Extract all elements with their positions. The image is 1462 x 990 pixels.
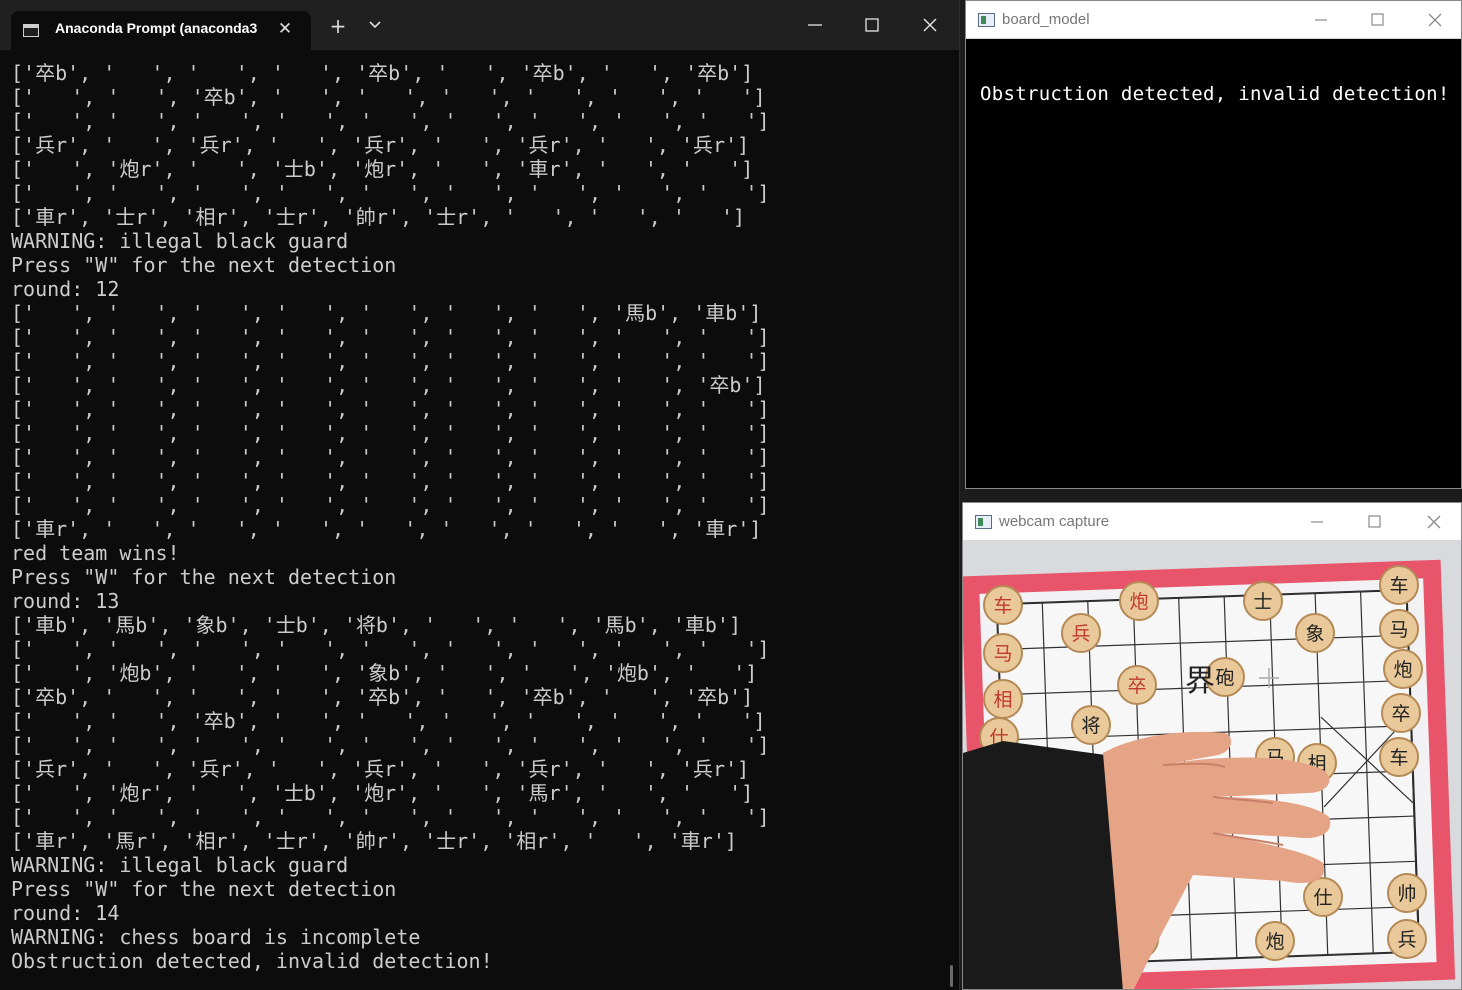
webcam-window: webcam capture 车马相仕帅兵炮卒将士象砲车马炮卒车马相仕帅兵炮卒 … — [962, 502, 1462, 990]
terminal-icon — [23, 24, 39, 37]
chess-piece: 炮 — [1255, 921, 1295, 961]
chess-piece: 炮 — [1119, 581, 1159, 621]
minimize-button[interactable] — [1288, 503, 1346, 541]
app-window-icon — [978, 13, 995, 27]
chess-piece: 车 — [1379, 565, 1419, 605]
chevron-down-icon[interactable] — [361, 12, 389, 40]
chess-piece: 兵 — [1061, 613, 1101, 653]
svg-text:砲: 砲 — [1215, 667, 1234, 689]
close-tab-icon[interactable]: ✕ — [275, 19, 295, 39]
board-model-titlebar: board_model — [966, 1, 1461, 39]
chess-piece: 卒 — [1381, 693, 1421, 733]
scrollbar[interactable] — [950, 965, 953, 987]
maximize-button[interactable] — [849, 6, 895, 44]
svg-text:象: 象 — [1305, 623, 1324, 645]
chess-piece: 车 — [1379, 737, 1419, 777]
svg-text:兵: 兵 — [1071, 623, 1090, 645]
chess-piece: 车 — [983, 585, 1023, 625]
terminal-tab-title: Anaconda Prompt (anaconda3 — [55, 20, 258, 36]
svg-text:相: 相 — [993, 689, 1012, 711]
svg-text:炮: 炮 — [1129, 591, 1148, 613]
svg-text:车: 车 — [1389, 575, 1408, 597]
terminal-window: Anaconda Prompt (anaconda3 ✕ + ['卒b', ' … — [0, 0, 960, 990]
svg-text:车: 车 — [993, 595, 1012, 617]
svg-text:车: 车 — [1389, 747, 1408, 769]
svg-text:兵: 兵 — [1397, 929, 1416, 951]
minimize-button[interactable] — [1292, 1, 1350, 39]
chess-piece: 士 — [1243, 581, 1283, 621]
new-tab-button[interactable]: + — [324, 12, 352, 40]
close-button[interactable] — [1405, 1, 1462, 39]
board-model-window: board_model Obstruction detected, invali… — [965, 0, 1462, 489]
webcam-frame: 车马相仕帅兵炮卒将士象砲车马炮卒车马相仕帅兵炮卒 界 — [963, 541, 1461, 989]
chess-piece: 兵 — [1387, 919, 1427, 959]
terminal-tab[interactable]: Anaconda Prompt (anaconda3 ✕ — [11, 11, 311, 50]
webcam-title: webcam capture — [999, 513, 1110, 530]
svg-text:卒: 卒 — [1127, 675, 1146, 697]
chess-piece: 将 — [1071, 705, 1111, 745]
chess-piece: 炮 — [1383, 649, 1423, 689]
board-model-title: board_model — [1002, 11, 1090, 28]
maximize-button[interactable] — [1348, 1, 1406, 39]
svg-text:帅: 帅 — [1397, 883, 1416, 905]
minimize-button[interactable] — [792, 6, 838, 44]
svg-text:炮: 炮 — [1265, 931, 1284, 953]
chess-piece: 卒 — [1117, 665, 1157, 705]
app-window-icon — [975, 515, 992, 529]
svg-text:炮: 炮 — [1393, 659, 1412, 681]
chess-piece: 马 — [983, 633, 1023, 673]
board-status-message: Obstruction detected, invalid detection! — [980, 83, 1450, 105]
river-text: 界 — [1185, 664, 1215, 699]
terminal-output[interactable]: ['卒b', ' ', ' ', ' ', '卒b', ' ', '卒b', '… — [11, 61, 951, 981]
chess-piece: 帅 — [1387, 873, 1427, 913]
close-button[interactable] — [907, 6, 953, 44]
chess-piece: 仕 — [1303, 877, 1343, 917]
svg-text:马: 马 — [993, 643, 1012, 665]
svg-text:卒: 卒 — [1391, 703, 1410, 725]
webcam-titlebar: webcam capture — [963, 503, 1461, 541]
svg-text:将: 将 — [1081, 715, 1100, 737]
svg-text:仕: 仕 — [1313, 887, 1332, 909]
close-button[interactable] — [1404, 503, 1461, 541]
svg-text:马: 马 — [1389, 619, 1408, 641]
terminal-titlebar: Anaconda Prompt (anaconda3 ✕ + — [0, 0, 959, 50]
chess-piece: 马 — [1379, 609, 1419, 649]
chess-piece: 象 — [1295, 613, 1335, 653]
chess-piece: 相 — [983, 679, 1023, 719]
svg-text:士: 士 — [1253, 591, 1272, 613]
maximize-button[interactable] — [1345, 503, 1403, 541]
